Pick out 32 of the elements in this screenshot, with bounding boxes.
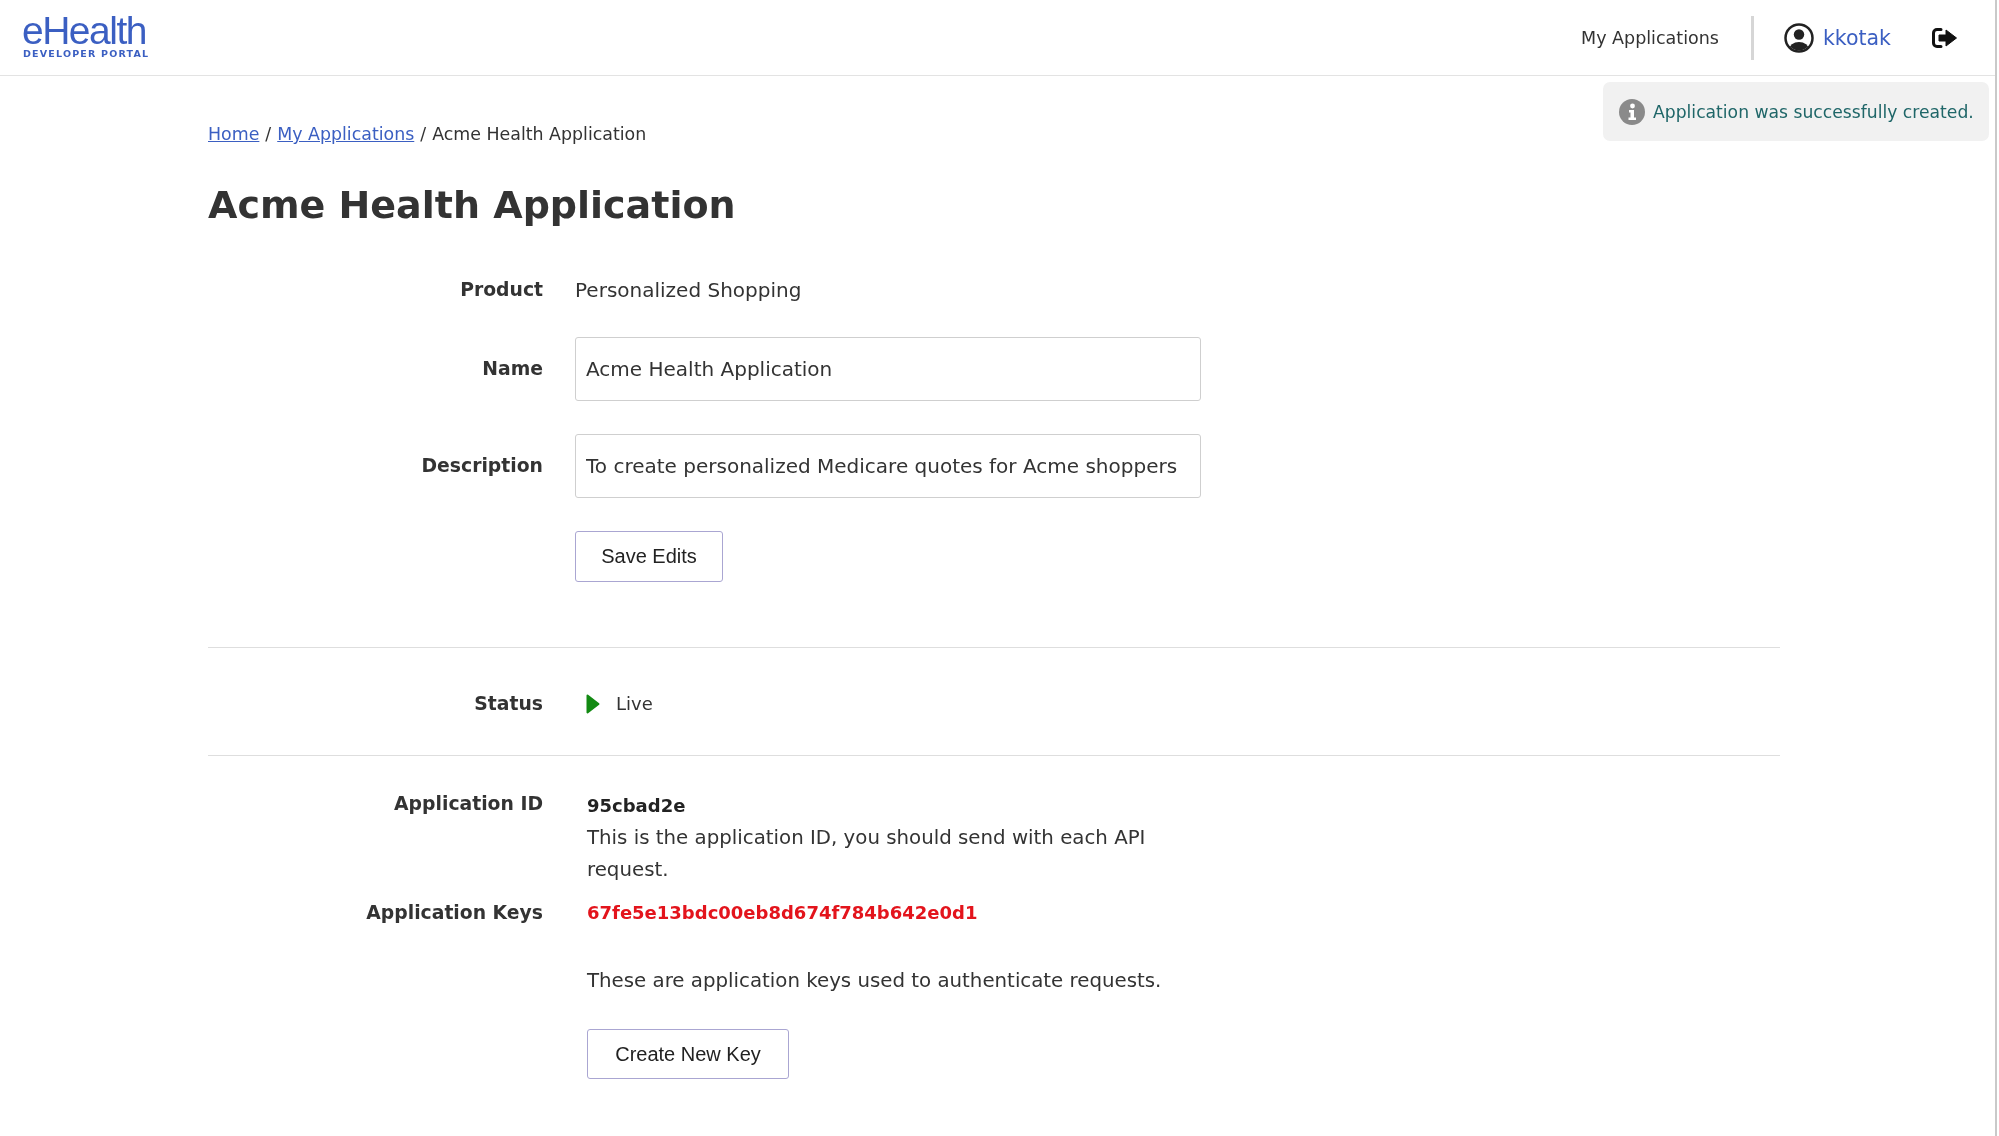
field-label: Product <box>459 278 543 302</box>
play-triangle-icon <box>586 694 600 714</box>
page-title: Acme Health Application <box>208 182 737 228</box>
breadcrumb-link[interactable]: Home <box>208 120 260 148</box>
application-id-value: 95cbad2e <box>587 794 687 818</box>
nav-link[interactable]: My Applications <box>1581 27 1719 48</box>
name-input[interactable]: Acme Health Application <box>575 337 1201 401</box>
breadcrumb-link[interactable]: My Applications <box>277 120 415 148</box>
status-value: Live <box>616 692 653 716</box>
breadcrumb-separator: / <box>265 123 272 146</box>
application-keys-help-text: These are application keys used to authenticate requests. <box>587 968 1162 994</box>
breadcrumb-current: Acme Health Application <box>432 123 647 146</box>
create-new-key-button[interactable]: Create New Key <box>587 1029 789 1079</box>
field-label: Application Keys <box>365 901 543 925</box>
application-id-help-text: This is the application ID, you should send with each API request. <box>587 825 1147 883</box>
field-label: Name <box>481 357 543 381</box>
info-icon <box>1619 98 1645 125</box>
application-key-value: 67fe5e13bdc00eb8d674f784b642e0d1 <box>587 901 979 925</box>
user-avatar-icon <box>1783 22 1814 53</box>
logo-wordmark[interactable]: eHealth <box>22 13 146 48</box>
product-value: Personalized Shopping <box>575 277 802 304</box>
description-input[interactable]: To create personalized Medicare quotes for Acme shoppers <box>575 434 1201 498</box>
logo-tagline: DEVELOPER PORTAL <box>23 47 150 60</box>
user-menu-link[interactable]: kkotak <box>1783 22 1891 53</box>
field-label: Status <box>473 692 543 716</box>
breadcrumb-separator: / <box>420 123 427 146</box>
toast-message: Application was successfully created. <box>1653 101 1974 122</box>
field-label: Description <box>420 454 543 478</box>
logout-icon <box>1931 26 1957 49</box>
save-edits-button[interactable]: Save Edits <box>575 531 723 582</box>
logout-button[interactable] <box>1931 26 1957 49</box>
field-label: Application ID <box>393 792 543 816</box>
